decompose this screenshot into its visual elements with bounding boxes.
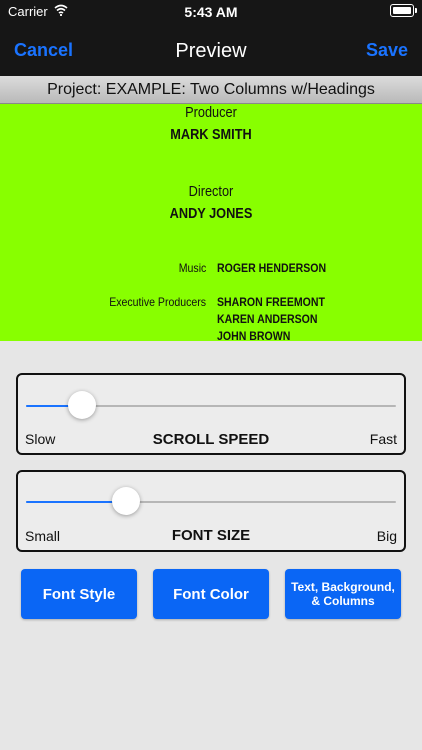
font-size-track[interactable]: [26, 487, 396, 515]
exec-role: Executive Producers: [109, 295, 206, 309]
text-background-columns-button[interactable]: Text, Background, & Columns: [285, 569, 401, 619]
battery-icon: [390, 4, 417, 17]
status-time: 5:43 AM: [184, 4, 238, 20]
top-bar: Carrier 5:43 AM Cancel Preview Save: [0, 0, 422, 76]
font-size-max-label: Big: [376, 528, 397, 544]
exec-name-2: KAREN ANDERSON: [217, 312, 318, 326]
font-color-button[interactable]: Font Color: [153, 569, 269, 619]
scroll-speed-max-label: Fast: [369, 431, 397, 447]
scroll-speed-track[interactable]: [26, 391, 396, 419]
producer-heading: Producer: [185, 104, 237, 121]
scroll-speed-panel: Slow SCROLL SPEED Fast: [16, 373, 406, 455]
music-name: ROGER HENDERSON: [217, 261, 327, 275]
director-heading: Director: [188, 183, 234, 200]
credits-preview[interactable]: Producer MARK SMITH Director ANDY JONES …: [0, 104, 422, 341]
exec-name-1: SHARON FREEMONT: [217, 295, 325, 309]
director-name: ANDY JONES: [169, 205, 253, 222]
scroll-speed-label: SCROLL SPEED: [152, 431, 270, 448]
exec-name-3: JOHN BROWN: [217, 329, 291, 341]
font-size-panel: Small FONT SIZE Big: [16, 470, 406, 552]
status-bar: Carrier 5:43 AM: [0, 0, 422, 22]
producer-name: MARK SMITH: [170, 126, 252, 143]
save-button[interactable]: Save: [366, 40, 408, 61]
project-title-bar: Project: EXAMPLE: Two Columns w/Headings: [0, 76, 422, 104]
font-size-label: FONT SIZE: [171, 527, 251, 544]
font-style-button[interactable]: Font Style: [21, 569, 137, 619]
page-title: Preview: [175, 40, 247, 62]
font-size-thumb[interactable]: [111, 487, 140, 515]
scroll-speed-thumb[interactable]: [67, 391, 96, 419]
font-size-fill: [26, 501, 126, 503]
music-role: Music: [178, 261, 206, 275]
